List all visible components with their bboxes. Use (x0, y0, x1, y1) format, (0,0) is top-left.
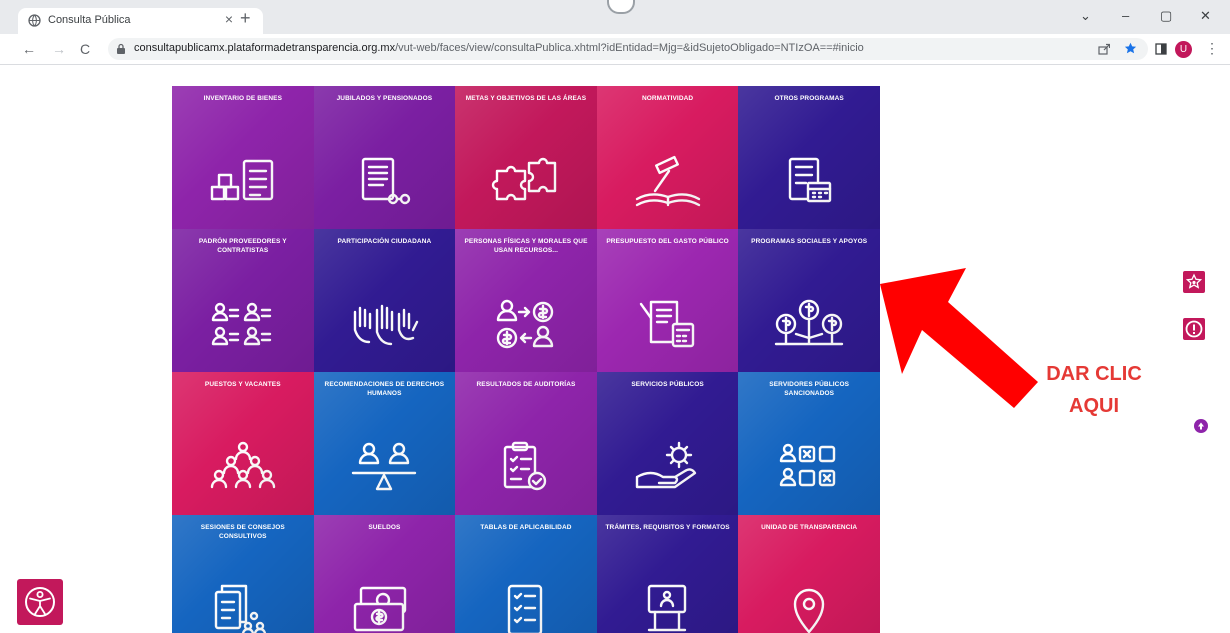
raised-hands-icon (347, 295, 421, 353)
hand-gear-icon (631, 438, 705, 496)
share-icon[interactable] (1098, 43, 1110, 55)
obligation-tile[interactable]: SERVIDORES PÚBLICOS SANCIONADOS (738, 372, 880, 515)
tab-title: Consulta Pública (48, 14, 131, 26)
tab-search-chevron-icon[interactable]: ⌄ (1080, 8, 1091, 24)
tile-label: SESIONES DE CONSEJOS CONSULTIVOS (200, 524, 285, 540)
profile-avatar[interactable]: U (1175, 41, 1192, 58)
obligation-tile[interactable]: SUELDOS (313, 515, 456, 633)
puzzle-icon (489, 152, 563, 210)
favorites-button[interactable] (1183, 271, 1205, 293)
address-bar[interactable]: consultapublicamx.plataformadetransparen… (108, 38, 1148, 60)
tile-label: TRÁMITES, REQUISITOS Y FORMATOS (605, 524, 730, 531)
obligation-tile[interactable]: TABLAS DE APLICABILIDAD (455, 515, 597, 633)
tile-label: SERVIDORES PÚBLICOS SANCIONADOS (769, 381, 850, 397)
obligation-tile[interactable]: INVENTARIO DE BIENES (172, 86, 314, 229)
browser-tab[interactable]: Consulta Pública × (18, 8, 263, 34)
obligation-tile[interactable]: PADRÓN PROVEEDORES Y CONTRATISTAS (172, 229, 314, 372)
url-path: /vut-web/faces/view/consultaPublica.xhtm… (395, 42, 864, 54)
location-pin-icon (772, 581, 846, 633)
tile-label: PROGRAMAS SOCIALES Y APOYOS (751, 238, 868, 245)
lock-icon[interactable] (116, 43, 126, 55)
alert-icon (1185, 320, 1203, 338)
tile-label: SUELDOS (368, 524, 401, 531)
obligation-tile[interactable]: UNIDAD DE TRANSPARENCIA (738, 515, 880, 633)
close-window-button[interactable]: ✕ (1200, 8, 1211, 24)
browser-tab-strip: Consulta Pública × + ⌄ – ▢ ✕ (0, 0, 1230, 34)
red-pointer-arrow (880, 268, 1038, 408)
obligation-tile[interactable]: TRÁMITES, REQUISITOS Y FORMATOS (596, 515, 739, 633)
obligation-tile[interactable]: RESULTADOS DE AUDITORÍAS (455, 372, 597, 515)
url-text: consultapublicamx.plataformadetransparen… (134, 42, 864, 54)
side-panel-icon[interactable] (1155, 43, 1167, 55)
balance-people-icon (347, 438, 421, 496)
tile-label: METAS Y OBJETIVOS DE LAS ÁREAS (465, 95, 587, 102)
obligation-tile[interactable]: OTROS PROGRAMAS (738, 86, 880, 229)
obligation-tile[interactable]: PUESTOS Y VACANTES (172, 372, 314, 515)
obligation-tile[interactable]: NORMATIVIDAD (596, 86, 739, 229)
tile-label: RESULTADOS DE AUDITORÍAS (476, 381, 576, 388)
annotation-line-1: DAR CLIC (1046, 363, 1142, 385)
obligation-tile[interactable]: SESIONES DE CONSEJOS CONSULTIVOS (172, 515, 314, 633)
tile-label: UNIDAD DE TRANSPARENCIA (761, 524, 858, 531)
tile-label: OTROS PROGRAMAS (774, 95, 844, 102)
obligation-tile[interactable]: PRESUPUESTO DEL GASTO PÚBLICO (596, 229, 739, 372)
tile-label: INVENTARIO DE BIENES (203, 95, 283, 102)
tile-label: RECOMENDACIONES DE DERECHOS HUMANOS (324, 381, 445, 397)
arrow-up-icon (1198, 422, 1204, 430)
globe-icon (28, 14, 41, 27)
obligation-tile[interactable]: PERSONAS FÍSICAS Y MORALES QUE USAN RECU… (455, 229, 597, 372)
tile-label: PRESUPUESTO DEL GASTO PÚBLICO (606, 238, 729, 245)
sanctioned-people-icon (772, 438, 846, 496)
audit-clipboard-icon (489, 438, 563, 496)
browser-menu-button[interactable]: ⋮ (1205, 40, 1219, 57)
retirees-document-icon (347, 152, 421, 210)
restore-button[interactable]: ▢ (1160, 8, 1172, 24)
forward-button[interactable]: → (52, 41, 66, 57)
obligation-tile[interactable]: PROGRAMAS SOCIALES Y APOYOS (738, 229, 880, 372)
tab-close-button[interactable]: × (225, 11, 233, 27)
tile-label: PERSONAS FÍSICAS Y MORALES QUE USAN RECU… (464, 238, 588, 254)
calendar-document-icon (772, 152, 846, 210)
scroll-top-button[interactable] (1194, 419, 1208, 433)
tile-label: PADRÓN PROVEEDORES Y CONTRATISTAS (198, 238, 287, 254)
tile-label: JUBILADOS Y PENSIONADOS (336, 95, 433, 102)
url-host: consultapublicamx.plataformadetransparen… (134, 42, 396, 54)
obligation-tile[interactable]: JUBILADOS Y PENSIONADOS (313, 86, 456, 229)
tile-label: SERVICIOS PÚBLICOS (631, 381, 704, 388)
bookmark-star-icon[interactable] (1124, 42, 1137, 55)
people-group-icon (206, 438, 280, 496)
inventory-icon (206, 152, 280, 210)
accessibility-icon (25, 587, 55, 617)
reload-button[interactable]: C (80, 41, 90, 57)
tile-label: PUESTOS Y VACANTES (204, 381, 281, 388)
gavel-book-icon (631, 152, 705, 210)
obligation-tile[interactable]: SERVICIOS PÚBLICOS (596, 372, 739, 515)
alert-button[interactable] (1183, 318, 1205, 340)
accessibility-button[interactable] (17, 579, 63, 625)
annotation-line-2: AQUI (1069, 395, 1119, 417)
tile-label: TABLAS DE APLICABILIDAD (480, 524, 572, 531)
obligation-tile[interactable]: RECOMENDACIONES DE DERECHOS HUMANOS (313, 372, 456, 515)
checklist-icon (489, 581, 563, 633)
person-money-exchange-icon (489, 295, 563, 353)
sessions-documents-icon (206, 581, 280, 633)
tile-label: PARTICIPACIÓN CIUDADANA (337, 238, 432, 245)
obligation-tile[interactable]: PARTICIPACIÓN CIUDADANA (313, 229, 456, 372)
salary-bills-icon (347, 581, 421, 633)
back-button[interactable]: ← (22, 41, 36, 57)
people-list-icon (206, 295, 280, 353)
obligation-tile[interactable]: METAS Y OBJETIVOS DE LAS ÁREAS (455, 86, 597, 229)
browser-toolbar: ← → C consultapublicamx.plataformadetran… (0, 34, 1230, 65)
new-tab-button[interactable]: + (240, 9, 251, 27)
click-here-annotation: DAR CLIC AQUI (1034, 358, 1154, 422)
window-notch (607, 0, 635, 14)
budget-calculator-icon (631, 295, 705, 353)
tile-label: NORMATIVIDAD (641, 95, 694, 102)
kiosk-icon (631, 581, 705, 633)
minimize-button[interactable]: – (1122, 8, 1129, 23)
transparency-obligations-grid: INVENTARIO DE BIENES JUBILADOS Y PENSIONA… (172, 86, 880, 633)
star-badge-icon (1185, 273, 1203, 289)
money-trees-icon (772, 295, 846, 353)
